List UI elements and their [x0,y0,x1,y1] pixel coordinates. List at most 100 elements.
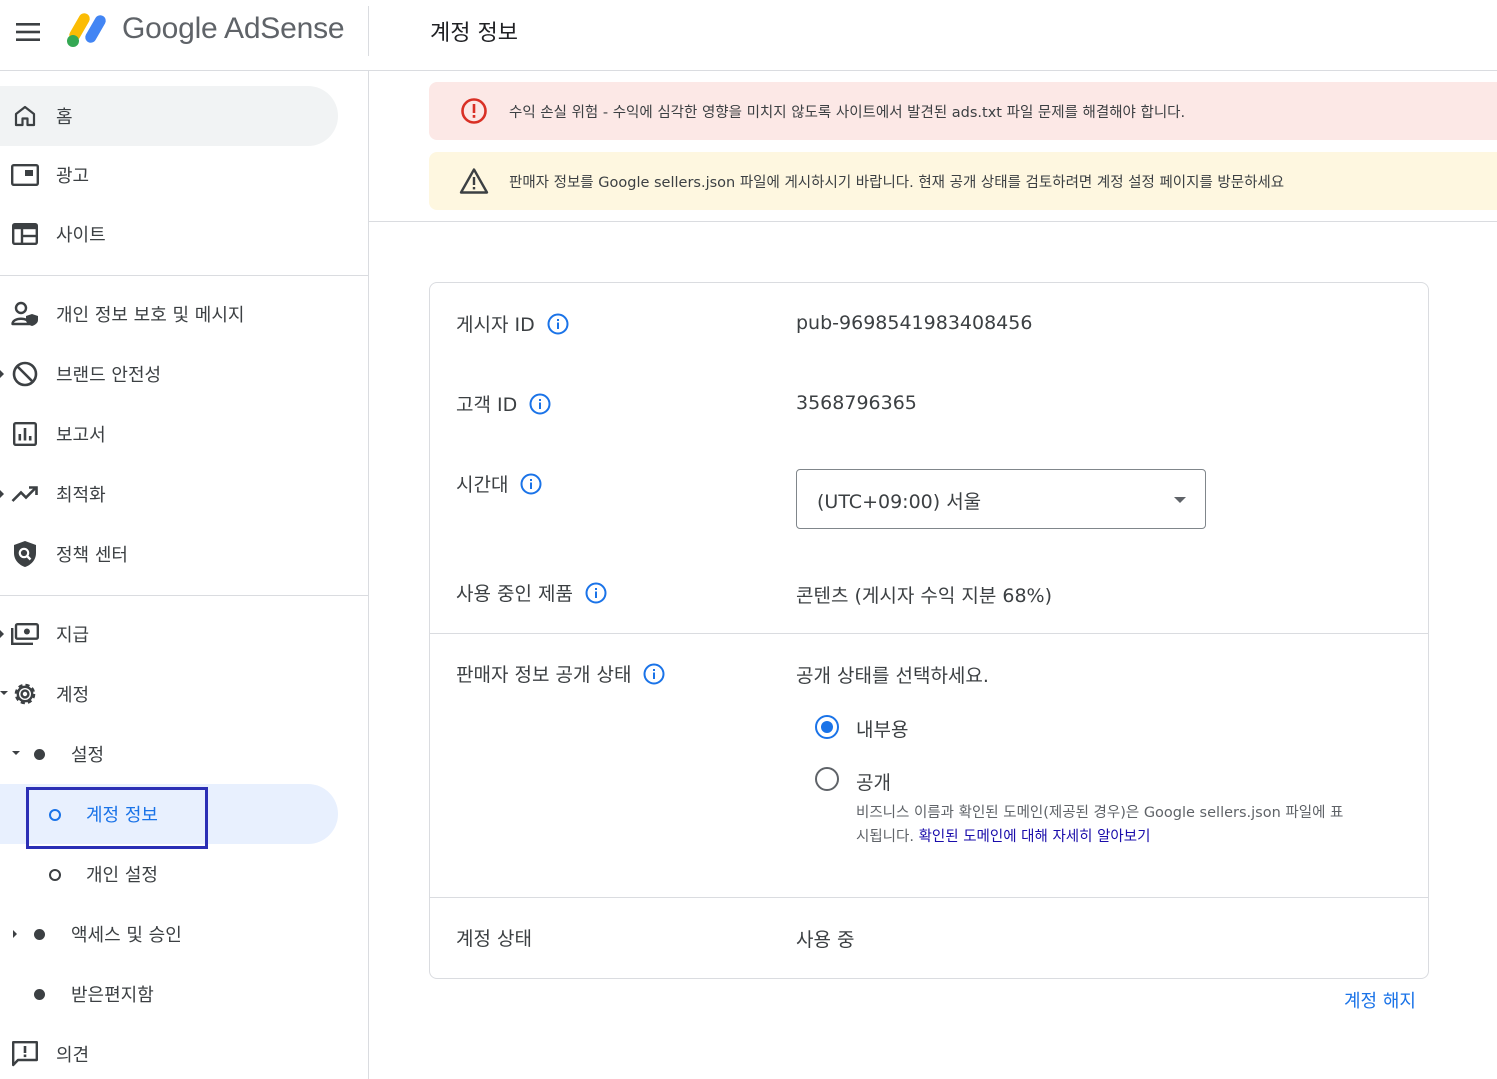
sidebar-item-brand-safety[interactable]: 브랜드 안전성 [0,344,338,404]
customer-id-row-label: 고객 ID [456,390,551,417]
chevron-right-icon[interactable] [0,370,6,378]
radio-public-description: 비즈니스 이름과 확인된 도메인(제공된 경우)은 Google sellers… [856,801,1356,849]
sidebar-item-label: 홈 [56,107,73,128]
info-icon[interactable] [643,663,665,685]
chevron-right-icon[interactable] [0,630,6,638]
info-icon[interactable] [529,393,551,415]
sidebar-item-account[interactable]: 계정 [0,664,338,724]
sidebar-item-settings[interactable]: 설정 [0,724,338,784]
warning-banner[interactable]: 판매자 정보를 Google sellers.json 파일에 게시하시기 바랍… [429,152,1497,210]
radio-internal-label[interactable]: 내부용 [856,715,908,742]
sidebar-item-label: 받은편지함 [71,985,154,1006]
products-row-label: 사용 중인 제품 [456,579,607,606]
products-label: 사용 중인 제품 [456,583,573,605]
sidebar-item-policy-center[interactable]: 정책 센터 [0,524,338,584]
info-icon[interactable] [547,313,569,335]
privacy-messaging-icon [11,300,39,328]
header-divider [368,6,369,56]
timezone-label: 시간대 [456,474,509,496]
sidebar-item-label: 사이트 [56,225,106,246]
sidebar-item-label: 지급 [56,625,90,646]
timezone-select-value: (UTC+09:00) 서울 [817,491,982,513]
bullet-icon [34,929,45,940]
chevron-down-icon[interactable] [0,691,8,697]
sidebar-item-payments[interactable]: 지급 [0,604,338,664]
sidebar-item-privacy-messaging[interactable]: 개인 정보 보호 및 메시지 [0,284,338,344]
radio-public-label[interactable]: 공개 [856,768,891,795]
info-icon[interactable] [520,473,542,495]
radio-public[interactable] [815,767,839,791]
sidebar-item-feedback[interactable]: 의견 [0,1024,338,1079]
sidebar-item-label: 보고서 [56,425,106,446]
sidebar-item-home[interactable]: 홈 [0,86,338,146]
card-divider [430,897,1428,898]
ads-icon [11,161,39,189]
menu-icon[interactable] [10,14,46,50]
adsense-logo-icon[interactable] [66,10,110,48]
warning-banner-text: 판매자 정보를 Google sellers.json 파일에 게시하시기 바랍… [509,174,1285,191]
seller-visibility-prompt: 공개 상태를 선택하세요. [796,665,989,687]
policy-shield-icon [11,540,39,568]
sidebar-item-label: 정책 센터 [56,545,128,566]
sidebar-item-sites[interactable]: 사이트 [0,204,338,264]
sidebar-item-label: 광고 [56,166,90,187]
sidebar-item-label: 의견 [56,1045,90,1066]
trending-up-icon [11,480,39,508]
home-icon [11,102,39,130]
sidebar-divider [0,595,368,596]
main-divider [369,221,1497,222]
sidebar-item-optimization[interactable]: 최적화 [0,464,338,524]
publisher-id-value: pub-9698541983408456 [796,312,1033,334]
sidebar-item-label: 최적화 [56,485,106,506]
sidebar-item-label: 액세스 및 승인 [71,925,182,946]
sidebar-item-label: 개인 정보 보호 및 메시지 [56,305,245,326]
radio-internal[interactable] [815,715,839,739]
block-icon [11,360,39,388]
customer-id-value: 3568796365 [796,392,917,414]
dropdown-arrow-icon [1174,497,1186,503]
timezone-select[interactable]: (UTC+09:00) 서울 [796,469,1206,529]
reports-icon [11,420,39,448]
info-icon[interactable] [585,582,607,604]
payments-icon [11,620,39,648]
feedback-icon [11,1040,39,1068]
status-row-label: 계정 상태 [456,924,532,951]
brand-name[interactable]: Google AdSense [122,12,345,46]
sidebar-item-access-authorization[interactable]: 액세스 및 승인 [0,904,338,964]
sites-icon [11,220,39,248]
error-banner-text: 수익 손실 위험 - 수익에 심각한 영향을 미치지 않도록 사이트에서 발견된… [509,104,1186,121]
error-banner[interactable]: 수익 손실 위험 - 수익에 심각한 영향을 미치지 않도록 사이트에서 발견된… [429,82,1497,140]
chevron-down-icon[interactable] [12,751,20,757]
error-icon [459,96,489,126]
seller-visibility-label: 판매자 정보 공개 상태 [456,664,632,686]
bullet-icon [34,989,45,1000]
seller-visibility-row-label: 판매자 정보 공개 상태 [456,660,665,687]
highlight-box [26,787,208,849]
sidebar-item-label: 개인 설정 [86,865,158,886]
sidebar-divider [0,275,368,276]
sidebar-item-label: 설정 [71,745,105,766]
sidebar-item-personal-settings[interactable]: 개인 설정 [0,844,338,904]
publisher-id-row-label: 게시자 ID [456,310,569,337]
gear-icon [11,680,39,708]
sidebar-item-ads[interactable]: 광고 [0,145,338,205]
sidebar-item-label: 계정 [56,685,90,706]
status-value: 사용 중 [796,929,855,951]
page-title: 계정 정보 [430,21,518,46]
sidebar-item-reports[interactable]: 보고서 [0,404,338,464]
close-account-link[interactable]: 계정 해지 [1344,987,1416,1013]
sidebar-item-inbox[interactable]: 받은편지함 [0,964,338,1024]
status-label: 계정 상태 [456,928,532,950]
chevron-right-icon[interactable] [0,490,6,498]
customer-id-label: 고객 ID [456,394,518,416]
bullet-ring-icon [49,869,61,881]
sidebar-item-label: 브랜드 안전성 [56,365,162,386]
learn-more-link[interactable]: 확인된 도메인에 대해 자세히 알아보기 [919,829,1151,845]
chevron-right-icon[interactable] [13,930,19,938]
warning-icon [459,166,489,196]
timezone-row-label: 시간대 [456,470,542,497]
card-divider [430,633,1428,634]
publisher-id-label: 게시자 ID [456,314,535,336]
bullet-icon [34,749,45,760]
top-app-bar: Google AdSense 계정 정보 [0,0,1497,71]
